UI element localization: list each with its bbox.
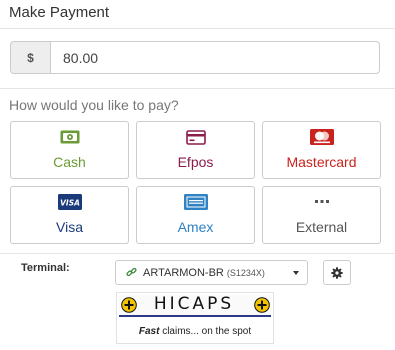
pay-method-label: Efpos bbox=[177, 154, 214, 170]
terminal-code: (S1234X) bbox=[226, 267, 265, 278]
page-title: Make Payment bbox=[9, 4, 110, 21]
amount-input-group: $ bbox=[10, 41, 380, 74]
hicaps-wordmark: HICAPS bbox=[153, 294, 235, 314]
plus-circle-icon bbox=[121, 297, 137, 313]
hicaps-tagline-bold: Fast bbox=[138, 326, 160, 337]
amount-input[interactable] bbox=[50, 41, 380, 74]
terminal-select[interactable]: ARTARMON-BR (S1234X) bbox=[115, 260, 308, 285]
mastercard-icon bbox=[309, 129, 334, 145]
gear-icon bbox=[331, 266, 343, 279]
payment-question: How would you like to pay? bbox=[9, 97, 179, 113]
pay-visa-button[interactable]: VISA Visa bbox=[10, 186, 129, 244]
currency-addon: $ bbox=[10, 41, 50, 74]
terminal-label: Terminal: bbox=[21, 262, 70, 274]
hicaps-tagline-rest: claims... on the spot bbox=[162, 326, 252, 337]
pay-method-label: Amex bbox=[177, 219, 214, 235]
pay-method-label: External bbox=[295, 219, 348, 235]
chevron-down-icon bbox=[293, 271, 299, 275]
ellipsis-icon bbox=[314, 194, 330, 210]
pay-cash-button[interactable]: Cash bbox=[10, 121, 129, 179]
pay-amex-button[interactable]: Amex bbox=[136, 186, 255, 244]
pay-mastercard-button[interactable]: Mastercard bbox=[262, 121, 381, 179]
divider bbox=[0, 88, 395, 89]
terminal-name: ARTARMON-BR bbox=[143, 266, 224, 279]
plus-circle-icon bbox=[254, 297, 270, 313]
visa-badge-text: VISA bbox=[60, 199, 80, 208]
pay-external-button[interactable]: External bbox=[262, 186, 381, 244]
pay-method-label: Mastercard bbox=[286, 154, 357, 170]
pay-efpos-button[interactable]: Efpos bbox=[136, 121, 255, 179]
divider bbox=[0, 28, 395, 29]
pay-method-label: Visa bbox=[56, 219, 83, 235]
visa-icon: VISA bbox=[57, 194, 82, 210]
cash-icon bbox=[60, 129, 80, 145]
amex-icon bbox=[183, 194, 208, 210]
credit-card-icon bbox=[185, 129, 206, 145]
link-icon bbox=[126, 267, 137, 278]
hicaps-tagline: Fast claims... on the spot bbox=[117, 326, 273, 337]
hicaps-logo: HICAPS Fast claims... on the spot bbox=[116, 292, 274, 344]
terminal-settings-button[interactable] bbox=[323, 260, 351, 285]
divider bbox=[0, 253, 395, 254]
pay-method-label: Cash bbox=[53, 154, 86, 170]
